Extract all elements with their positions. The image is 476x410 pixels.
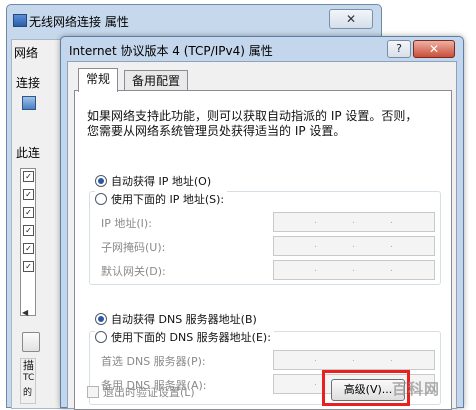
outer-connect-label: 连接 bbox=[16, 76, 41, 90]
outer-item-checkbox[interactable]: ✓ bbox=[23, 243, 34, 254]
checkbox-icon[interactable] bbox=[87, 386, 99, 398]
outer-p-label: 的 bbox=[23, 388, 33, 398]
ip-dot: . bbox=[314, 378, 317, 388]
preferred-dns-label: 首选 DNS 服务器(P): bbox=[101, 355, 206, 368]
description-line-1: 如果网络支持此功能，则可以获取自动指派的 IP 设置。否则， bbox=[87, 109, 418, 123]
outer-desc-label: 描 bbox=[23, 359, 34, 372]
tab-alternate-config[interactable]: 备用配置 bbox=[124, 70, 189, 91]
validate-on-exit-label: 退出时验证设置(L) bbox=[103, 386, 195, 399]
ip-dot: . bbox=[314, 354, 317, 364]
ip-dot: . bbox=[352, 216, 355, 226]
network-icon bbox=[13, 14, 27, 27]
preferred-dns-field[interactable]: . . . bbox=[273, 350, 435, 370]
dialog-body: 常规 备用配置 如果网络支持此功能，则可以获取自动指派的 IP 设置。否则， 您… bbox=[67, 61, 457, 410]
adapter-icon bbox=[22, 96, 36, 110]
ip-dot: . bbox=[390, 354, 393, 364]
dns-auto-radio[interactable]: 自动获得 DNS 服务器地址(B) bbox=[95, 311, 257, 327]
ip-auto-radio[interactable]: 自动获得 IP 地址(O) bbox=[95, 173, 211, 189]
tab-general[interactable]: 常规 bbox=[78, 68, 119, 92]
radio-unselected-icon[interactable] bbox=[95, 331, 107, 343]
default-gateway-label: 默认网关(D): bbox=[101, 265, 166, 278]
ip-dot: . bbox=[352, 354, 355, 364]
radio-selected-icon[interactable] bbox=[95, 175, 107, 187]
dialog-title: Internet 协议版本 4 (TCP/IPv4) 属性 bbox=[69, 44, 273, 58]
outer-item-checkbox[interactable]: ✓ bbox=[23, 189, 34, 200]
ip-dot: . bbox=[390, 216, 393, 226]
radio-unselected-icon[interactable] bbox=[95, 193, 107, 205]
ip-dot: . bbox=[390, 240, 393, 250]
tcpip-properties-dialog: Internet 协议版本 4 (TCP/IPv4) 属性 ? ✕ 常规 备用配… bbox=[60, 36, 464, 410]
ip-address-label: IP 地址(I): bbox=[101, 217, 152, 230]
outer-item-checkbox[interactable]: ✓ bbox=[23, 261, 34, 272]
scroll-left-icon[interactable]: ◀ bbox=[22, 308, 28, 317]
dns-manual-radio[interactable]: 使用下面的 DNS 服务器地址(E): bbox=[95, 329, 274, 345]
ip-dot: . bbox=[314, 216, 317, 226]
radio-selected-icon[interactable] bbox=[95, 313, 107, 325]
help-button[interactable]: ? bbox=[387, 40, 411, 58]
ip-dot: . bbox=[352, 264, 355, 274]
ip-dot: . bbox=[390, 264, 393, 274]
outer-install-button[interactable] bbox=[22, 332, 40, 352]
description-text: 如果网络支持此功能，则可以获取自动指派的 IP 设置。否则， 您需要从网络系统管… bbox=[87, 109, 437, 139]
watermark: 百科网 bbox=[392, 380, 441, 398]
ip-manual-radio[interactable]: 使用下面的 IP 地址(S): bbox=[95, 191, 228, 207]
subnet-mask-label: 子网掩码(U): bbox=[101, 241, 166, 254]
outer-item-checkbox[interactable]: ✓ bbox=[23, 207, 34, 218]
outer-item-checkbox[interactable]: ✓ bbox=[23, 225, 34, 236]
outer-close-button[interactable]: ✕ bbox=[329, 9, 373, 29]
outer-tab-network[interactable]: 网络 bbox=[14, 44, 38, 61]
general-tab-panel: 如果网络支持此功能，则可以获取自动指派的 IP 设置。否则， 您需要从网络系统管… bbox=[74, 90, 452, 410]
outer-item-checkbox[interactable]: ✓ bbox=[23, 171, 34, 182]
outer-tc-label: TC bbox=[23, 373, 35, 383]
outer-window-title: 无线网络连接 属性 bbox=[29, 15, 129, 29]
ip-dot: . bbox=[314, 264, 317, 274]
ip-address-field[interactable]: . . . bbox=[273, 212, 435, 232]
dns-auto-label: 自动获得 DNS 服务器地址(B) bbox=[111, 313, 257, 326]
outer-items-list[interactable]: ✓ ✓ ✓ ✓ ✓ ✓ bbox=[20, 168, 36, 316]
ip-dot: . bbox=[314, 240, 317, 250]
outer-description-group: 描 TC 的 bbox=[20, 358, 36, 404]
ip-manual-label: 使用下面的 IP 地址(S): bbox=[111, 193, 225, 206]
dns-manual-label: 使用下面的 DNS 服务器地址(E): bbox=[111, 331, 271, 344]
subnet-mask-field[interactable]: . . . bbox=[273, 236, 435, 256]
description-line-2: 您需要从网络系统管理员处获得适当的 IP 设置。 bbox=[87, 124, 346, 138]
ip-dot: . bbox=[352, 240, 355, 250]
outer-items-label: 此连 bbox=[16, 146, 41, 160]
ip-auto-label: 自动获得 IP 地址(O) bbox=[111, 175, 212, 188]
default-gateway-field[interactable]: . . . bbox=[273, 260, 435, 280]
close-button[interactable]: ✕ bbox=[413, 40, 455, 58]
validate-on-exit-checkbox[interactable]: 退出时验证设置(L) bbox=[87, 384, 195, 400]
